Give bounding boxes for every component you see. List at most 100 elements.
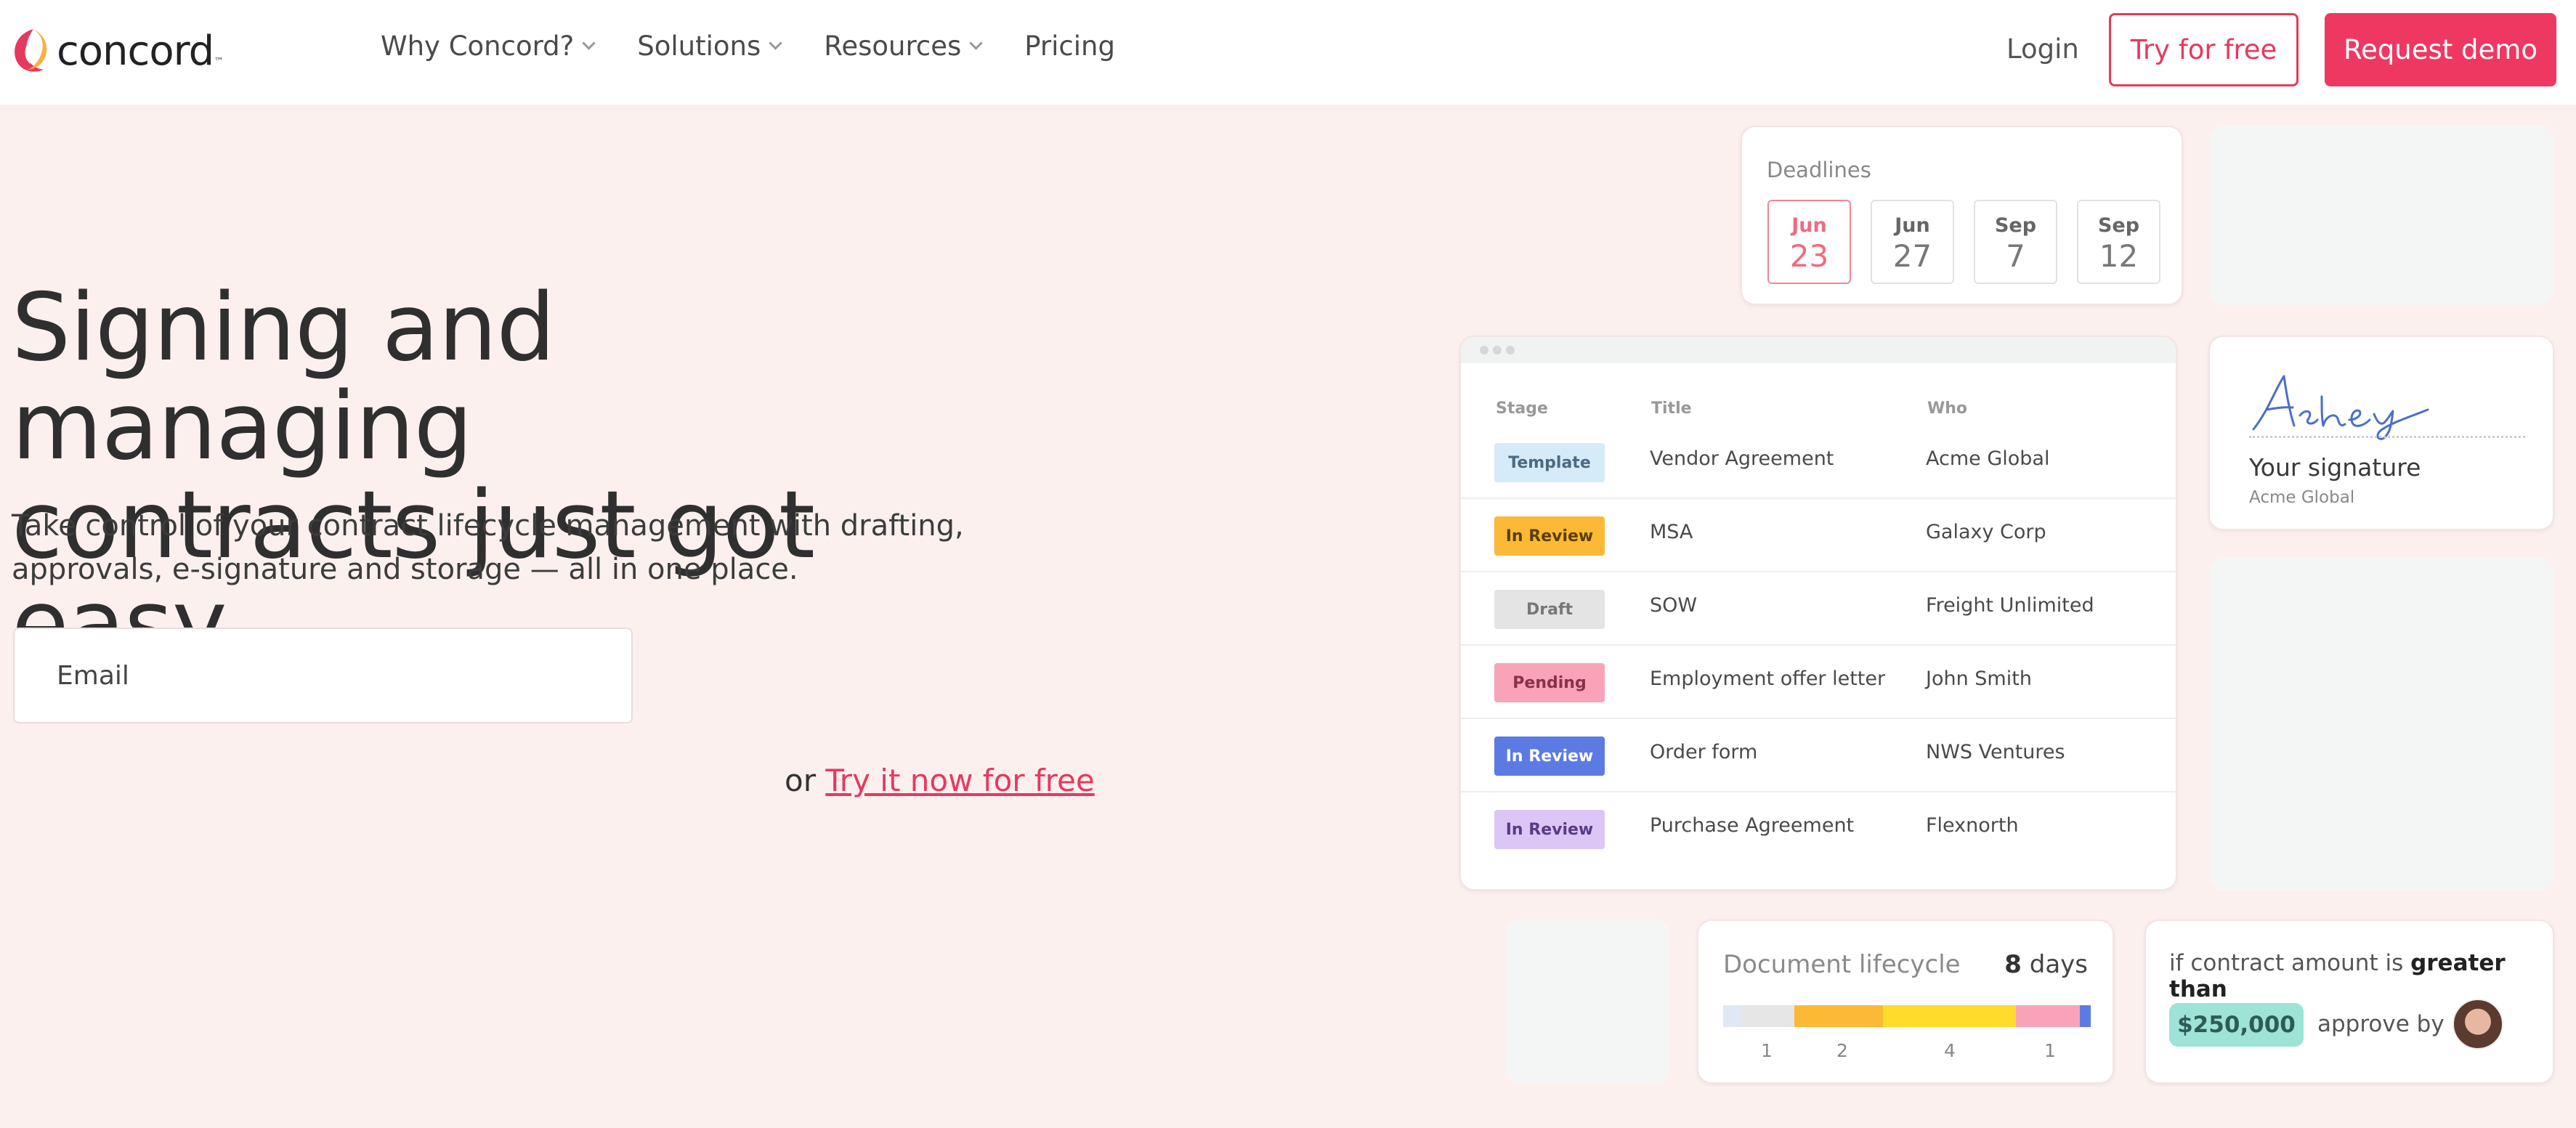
approval-amount-badge: $250,000	[2169, 1003, 2304, 1047]
lifecycle-stage-count: 1	[1761, 1040, 1773, 1061]
brand-trademark: ™	[214, 56, 224, 68]
try-it-now-link[interactable]: Try it now for free	[825, 763, 1094, 798]
deadline-date[interactable]: Sep 12	[2077, 200, 2160, 284]
hero-subtitle-line: approvals, e-signature and storage — all…	[12, 553, 798, 586]
stage-badge: Template	[1494, 443, 1605, 482]
column-header-who: Who	[1927, 399, 1968, 418]
hero-subtitle-line: Take control of your contract lifecycle …	[12, 509, 964, 543]
approver-avatar[interactable]	[2453, 999, 2503, 1050]
approve-by-label: approve by	[2317, 1011, 2445, 1037]
deadlines-title: Deadlines	[1767, 158, 1871, 182]
email-input[interactable]: Email	[13, 628, 633, 723]
nav-solutions[interactable]: Solutions	[637, 31, 782, 62]
table-row[interactable]: In Review Purchase Agreement Flexnorth	[1461, 792, 2176, 866]
handwritten-signature	[2252, 375, 2429, 440]
stage-badge: In Review	[1494, 810, 1605, 849]
hero-title: Signing and managing contracts just got …	[12, 279, 1029, 674]
table-row[interactable]: Pending Employment offer letter John Smith	[1461, 646, 2176, 719]
chevron-down-icon	[769, 36, 782, 50]
top-nav: concord ™ Why Concord? Solutions Resourc…	[0, 0, 2576, 105]
signature-label: Your signature	[2249, 453, 2421, 482]
contract-title: Employment offer letter	[1650, 668, 1886, 690]
lifecycle-title: Document lifecycle	[1723, 950, 1961, 979]
placeholder-card	[2210, 126, 2554, 305]
table-row[interactable]: Draft SOW Freight Unlimited	[1461, 572, 2176, 646]
lifecycle-segment	[1794, 1005, 1883, 1027]
signature-line	[2249, 436, 2525, 438]
nav-item-label: Why Concord?	[381, 31, 575, 62]
placeholder-card	[2210, 558, 2554, 890]
contract-title: Order form	[1650, 741, 1758, 763]
lifecycle-progress-bar	[1723, 1005, 2091, 1027]
contract-party: Galaxy Corp	[1926, 521, 2046, 543]
lifecycle-days-unit: days	[2029, 950, 2088, 979]
deadline-date[interactable]: Jun 27	[1871, 200, 1954, 284]
lifecycle-stage-count: 1	[2044, 1040, 2056, 1061]
nav-why-concord[interactable]: Why Concord?	[381, 31, 596, 62]
deadline-day: 12	[2099, 238, 2139, 274]
approval-prefix: if contract amount is	[2169, 950, 2404, 976]
brand-name: concord	[57, 27, 214, 75]
nav-resources[interactable]: Resources	[824, 31, 983, 62]
deadline-date[interactable]: Sep 7	[1974, 200, 2057, 284]
concord-logo-icon	[12, 26, 49, 76]
lifecycle-days: 8 days	[2004, 950, 2088, 979]
deadline-month: Jun	[1791, 214, 1827, 237]
logo[interactable]: concord ™	[12, 26, 224, 76]
table-row[interactable]: In Review Order form NWS Ventures	[1461, 719, 2176, 792]
chevron-down-icon	[582, 36, 596, 50]
lifecycle-stage-count: 2	[1836, 1040, 1848, 1061]
table-row[interactable]: Template Vendor Agreement Acme Global	[1461, 426, 2176, 499]
deadlines-card: Deadlines Jun 23 Jun 27 Sep 7 Sep 12	[1741, 126, 2183, 305]
deadline-date[interactable]: Jun 23	[1767, 200, 1851, 284]
main-menu: Why Concord? Solutions Resources Pricing	[381, 31, 1159, 62]
contract-title: Vendor Agreement	[1650, 447, 1834, 470]
document-lifecycle-card: Document lifecycle 8 days 1 2 4 1	[1697, 920, 2114, 1084]
column-header-title: Title	[1651, 399, 1692, 418]
lifecycle-stage-count: 4	[1944, 1040, 1956, 1061]
signature-org: Acme Global	[2249, 488, 2355, 507]
column-header-stage: Stage	[1496, 399, 1548, 418]
window-dot-icon	[1506, 346, 1515, 354]
request-demo-button[interactable]: Request demo	[2325, 13, 2556, 86]
approval-rule-card: if contract amount is greater than $250,…	[2144, 920, 2554, 1084]
hero-title-line: Signing and managing	[12, 274, 556, 481]
deadline-month: Sep	[2097, 214, 2140, 237]
nav-item-label: Pricing	[1024, 31, 1115, 62]
placeholder-card	[1505, 920, 1669, 1084]
signature-card[interactable]: Your signature Acme Global	[2208, 336, 2554, 530]
lifecycle-segment	[1741, 1005, 1794, 1027]
lifecycle-segment	[2016, 1005, 2081, 1027]
deadline-day: 7	[2006, 238, 2025, 274]
chevron-down-icon	[969, 36, 983, 50]
lifecycle-segment	[1882, 1005, 2017, 1027]
contract-party: Acme Global	[1926, 447, 2050, 470]
contract-party: Freight Unlimited	[1926, 594, 2094, 617]
contract-title: MSA	[1650, 521, 1693, 543]
try-for-free-button[interactable]: Try for free	[2109, 13, 2298, 86]
nav-item-label: Resources	[824, 31, 962, 62]
stage-badge: Pending	[1494, 663, 1605, 702]
contract-party: NWS Ventures	[1926, 741, 2065, 763]
nav-item-label: Solutions	[637, 31, 761, 62]
hero-subtitle: Take control of your contract lifecycle …	[12, 504, 1043, 591]
nav-pricing[interactable]: Pricing	[1024, 31, 1115, 62]
table-row[interactable]: In Review MSA Galaxy Corp	[1461, 499, 2176, 572]
contract-party: Flexnorth	[1926, 814, 2019, 837]
stage-badge: In Review	[1494, 516, 1605, 556]
window-dot-icon	[1493, 346, 1502, 354]
approval-rule-text: if contract amount is greater than	[2169, 950, 2553, 1002]
window-dot-icon	[1480, 346, 1489, 354]
contract-title: SOW	[1650, 594, 1698, 617]
deadline-day: 23	[1789, 238, 1829, 274]
lifecycle-segment	[1723, 1005, 1741, 1027]
or-text: or	[785, 763, 816, 798]
login-link[interactable]: Login	[2006, 33, 2079, 65]
deadline-month: Jun	[1895, 214, 1930, 237]
deadline-month: Sep	[1994, 214, 2037, 237]
lifecycle-segment	[2080, 1005, 2091, 1027]
stage-badge: Draft	[1494, 590, 1605, 629]
contract-party: John Smith	[1926, 668, 2032, 690]
contracts-list: Template Vendor Agreement Acme Global In Re…	[1461, 426, 2176, 870]
lifecycle-days-value: 8	[2004, 950, 2022, 979]
